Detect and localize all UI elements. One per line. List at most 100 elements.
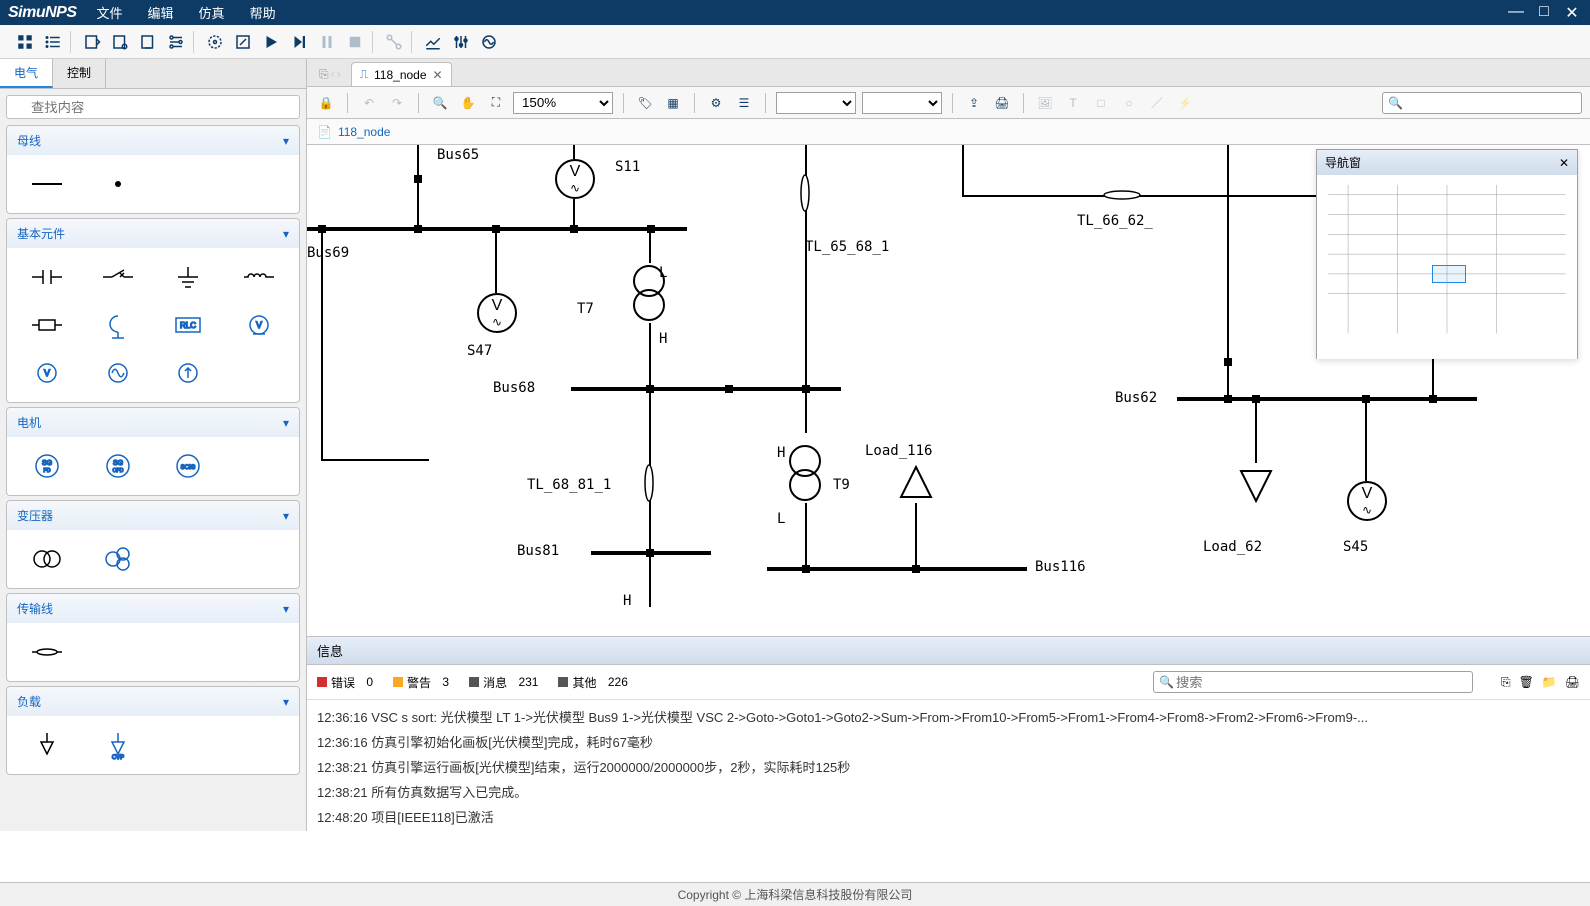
breadcrumb-label[interactable]: 118_node [338,125,391,139]
component-voltmeter2[interactable]: V [15,352,80,394]
undo-icon[interactable]: ↶ [358,92,380,114]
tline-66-62[interactable] [1102,187,1142,203]
text-icon[interactable]: T [1062,92,1084,114]
menu-edit[interactable]: 编辑 [148,3,174,22]
minimize-icon[interactable]: — [1506,3,1526,23]
circle-icon[interactable]: ○ [1118,92,1140,114]
step-icon[interactable] [288,31,310,53]
pan-icon[interactable]: ✋ [457,92,479,114]
component-ground[interactable] [156,256,221,298]
canvas-search-input[interactable] [1382,92,1582,114]
zoom-icon[interactable]: 🔍 [429,92,451,114]
play-icon[interactable] [260,31,282,53]
print-icon[interactable]: 🖨 [1565,675,1580,690]
category-machine[interactable]: 电机▾ [7,408,299,437]
component-xfmr-2w[interactable] [15,538,80,580]
tag-icon[interactable]: 🏷 [634,92,656,114]
tab-close-icon[interactable]: ✕ [433,68,443,82]
load-116[interactable] [899,465,933,505]
component-sg-pd[interactable]: SGPD [15,445,80,487]
print-icon[interactable]: 🖨 [991,92,1013,114]
transformer-t9[interactable] [785,443,825,503]
load-62[interactable] [1239,463,1273,503]
filter-message[interactable]: 消息 231 [469,674,538,691]
filter-error[interactable]: 错误 0 [317,674,373,691]
component-tline[interactable] [15,631,80,673]
navigator-close-icon[interactable]: ✕ [1559,156,1569,170]
component-bus-line[interactable] [15,163,80,205]
tab-electrical[interactable]: 电气 [0,59,53,88]
component-ac-source[interactable] [86,352,151,394]
redo-icon[interactable]: ↷ [386,92,408,114]
component-sg-opd[interactable]: SGOPD [86,445,151,487]
snap-icon[interactable]: ▦ [662,92,684,114]
transformer-t7[interactable] [629,263,669,323]
info-search-input[interactable] [1153,671,1473,693]
bolt-icon[interactable]: ⚡ [1174,92,1196,114]
source-s45[interactable]: V∿ [1347,481,1387,521]
category-basic[interactable]: 基本元件▾ [7,219,299,248]
source-s47[interactable]: V∿ [477,293,517,333]
component-current-source[interactable] [156,352,221,394]
gear-icon[interactable]: ⚙ [705,92,727,114]
info-log[interactable]: 12:36:16 VSC s sort: 光伏模型 LT 1->光伏模型 Bus… [307,700,1590,831]
navigator-minimap[interactable] [1317,175,1577,359]
lock-icon[interactable]: 🔒 [315,92,337,114]
category-bus[interactable]: 母线▾ [7,126,299,155]
menu-help[interactable]: 帮助 [250,3,276,22]
project-new-icon[interactable] [81,31,103,53]
filter-other[interactable]: 其他 226 [558,674,627,691]
build-icon[interactable] [204,31,226,53]
source-s11[interactable]: V∿ [555,159,595,199]
trash-icon[interactable]: 🗑 [1519,675,1534,690]
folder-icon[interactable]: 📁 [1542,675,1557,690]
nav-back-icon[interactable]: ‹ [331,67,335,82]
category-transformer[interactable]: 变压器▾ [7,501,299,530]
component-voltmeter[interactable]: V [227,304,292,346]
view-combo[interactable] [862,92,942,114]
navigator-viewport[interactable] [1432,265,1466,283]
nav-home-icon[interactable]: ⎘ [319,67,329,82]
component-resistor[interactable] [15,304,80,346]
scope-icon[interactable] [478,31,500,53]
project-open-icon[interactable] [109,31,131,53]
layout-grid-icon[interactable] [14,31,36,53]
copy-icon[interactable]: ⎘ [1501,675,1511,690]
component-xfmr-3w[interactable] [86,538,151,580]
chart-icon[interactable] [422,31,444,53]
menu-sim[interactable]: 仿真 [199,3,225,22]
layer-combo[interactable] [776,92,856,114]
close-icon[interactable]: ✕ [1562,3,1582,23]
stop-icon[interactable] [344,31,366,53]
tline-65-68[interactable] [797,173,813,213]
line-icon[interactable]: ／ [1146,92,1168,114]
image-icon[interactable]: 🖼 [1034,92,1056,114]
component-switch[interactable] [86,256,151,298]
tab-control[interactable]: 控制 [53,59,106,88]
category-transmission[interactable]: 传输线▾ [7,594,299,623]
component-bus-dot[interactable] [86,163,151,205]
schematic-canvas[interactable]: Bus65 V∿ S11 Bus69 V∿ S47 L T7 [307,145,1590,636]
pause-icon[interactable] [316,31,338,53]
menu-file[interactable]: 文件 [97,3,123,22]
settings-icon[interactable] [165,31,187,53]
component-load[interactable] [15,724,80,766]
component-source2[interactable] [86,304,151,346]
component-rlc[interactable]: RLC [156,304,221,346]
sliders-icon[interactable] [450,31,472,53]
export-icon[interactable]: ⇪ [963,92,985,114]
bus68[interactable] [571,387,841,391]
connector-icon[interactable] [383,31,405,53]
file-tab-118node[interactable]: ⎍ 118_node ✕ [351,62,452,86]
layers-icon[interactable]: ☰ [733,92,755,114]
component-scig[interactable]: SCIG [156,445,221,487]
category-load[interactable]: 负载▾ [7,687,299,716]
layout-list-icon[interactable] [42,31,64,53]
zoom-select[interactable]: 150% [513,92,613,114]
rect-icon[interactable]: □ [1090,92,1112,114]
component-inductor[interactable] [227,256,292,298]
sidebar-search-input[interactable] [6,95,300,119]
component-load-cvp[interactable]: CVP [86,724,151,766]
nav-fwd-icon[interactable]: › [337,67,341,82]
maximize-icon[interactable]: □ [1534,3,1554,23]
